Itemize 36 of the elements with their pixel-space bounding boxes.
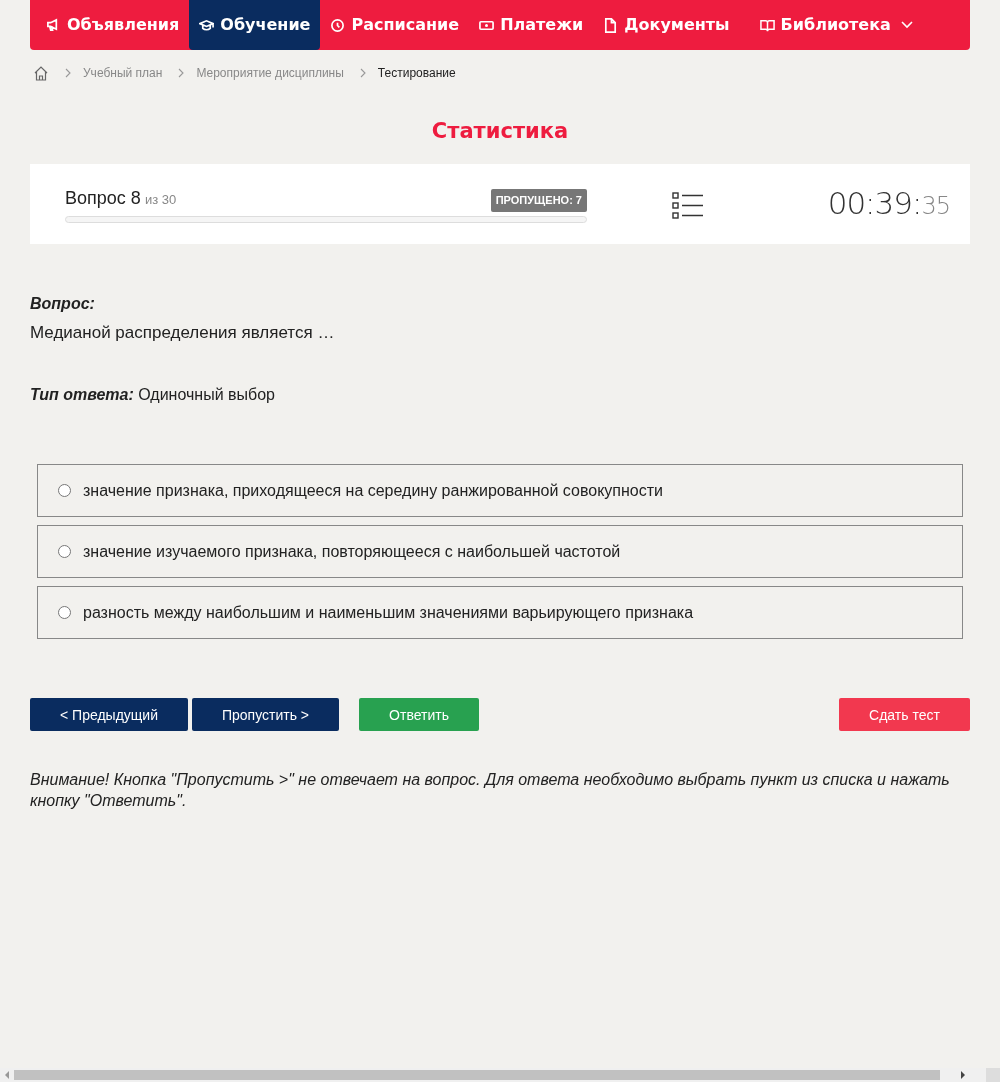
nav-button[interactable]: Пропустить > [192, 698, 339, 731]
radio-button[interactable] [58, 545, 71, 558]
question-total: из 30 [144, 191, 177, 207]
book-icon [759, 17, 775, 33]
answer-option[interactable]: разность между наибольшим и наименьшим значениями варьирующего признака [37, 586, 963, 639]
graduation-cap-icon [199, 17, 215, 33]
home-icon[interactable] [33, 65, 49, 81]
document-icon [603, 17, 619, 33]
question-number: Вопрос 8 [65, 187, 141, 208]
answer-option[interactable]: значение признака, приходящееся на середину ранжированной совокупности [37, 464, 963, 517]
timer: 00:39:35 [827, 184, 950, 224]
question-list-icon[interactable] [672, 191, 704, 220]
answer-type: Тип ответа: Одиночный выбор [30, 385, 276, 405]
breadcrumb-link[interactable]: Мероприятие дисциплины [196, 64, 344, 82]
radio-button[interactable] [58, 484, 71, 497]
nav-tab[interactable]: Платежи [469, 0, 594, 50]
question-text: Медианой распределения является … [30, 321, 336, 344]
chevron-icon [359, 68, 366, 78]
nav-tab[interactable]: Обучение [189, 0, 321, 50]
answer-button[interactable]: Ответить [359, 698, 479, 731]
nav-tab[interactable]: Расписание [320, 0, 470, 50]
breadcrumb-link[interactable]: Учебный план [83, 64, 163, 82]
nav-button[interactable]: < Предыдущий [30, 698, 188, 731]
radio-button[interactable] [58, 606, 71, 619]
answer-option[interactable]: значение изучаемого признака, повторяющееся с наибольшей частотой [37, 525, 963, 578]
nav-tab[interactable]: Библиотека [749, 0, 923, 50]
chevron-icon [65, 68, 71, 78]
submit-test-button[interactable]: Сдать тест [839, 698, 970, 731]
nav-tab[interactable]: Документы [593, 0, 740, 50]
nav-tab[interactable]: Объявления [36, 0, 190, 50]
clock-icon [330, 17, 346, 33]
notice-text: Внимание! Кнопка "Пропустить >" не отвечает на вопрос. Для ответа необходимо выбрать пункт из списка и нажать кнопку "Ответить". [30, 770, 951, 811]
question-label: Вопрос: [30, 293, 96, 314]
page-title: Статистика [430, 118, 570, 145]
skipped-count: ПРОПУЩЕНО: 7 [490, 189, 587, 212]
chevron-icon [178, 68, 185, 78]
